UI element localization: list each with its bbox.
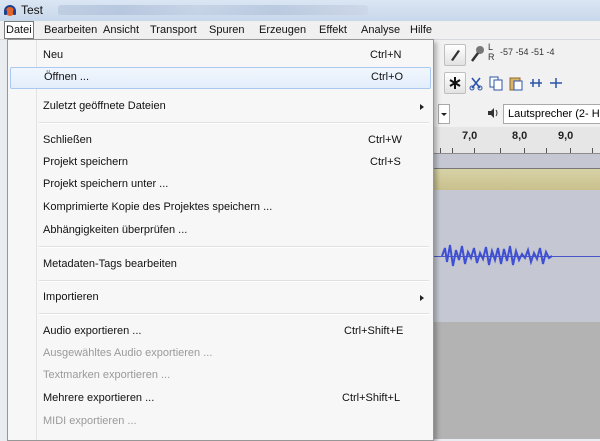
menu-bar: Datei Bearbeiten Ansicht Transport Spure… bbox=[0, 21, 600, 40]
empty-track-area bbox=[432, 322, 600, 439]
menu-item-label: Textmarken exportieren ... bbox=[43, 369, 171, 381]
copy-icon[interactable] bbox=[488, 75, 504, 91]
menu-item-shortcut: Ctrl+O bbox=[371, 71, 404, 83]
menu-item-save-project-as[interactable]: Projekt speichern unter ... bbox=[8, 174, 433, 196]
menu-separator bbox=[39, 122, 429, 124]
menu-item-label: Metadaten-Tags bearbeiten bbox=[43, 258, 177, 270]
menu-item-label: Neu bbox=[43, 49, 64, 61]
menu-item-label: MIDI exportieren ... bbox=[43, 415, 137, 427]
submenu-arrow-icon bbox=[420, 104, 424, 110]
menu-item-new[interactable]: Neu Ctrl+N bbox=[8, 45, 433, 67]
menu-item-shortcut: Ctrl+N bbox=[370, 49, 402, 61]
menu-erzeugen[interactable]: Erzeugen bbox=[258, 22, 307, 38]
menu-item-export-labels: Textmarken exportieren ... bbox=[8, 365, 433, 387]
speaker-icon bbox=[488, 108, 498, 118]
menu-item-save-compressed-copy[interactable]: Komprimierte Kopie des Projektes speiche… bbox=[8, 197, 433, 219]
menu-bearbeiten[interactable]: Bearbeiten bbox=[43, 22, 98, 38]
menu-item-import[interactable]: Importieren bbox=[8, 287, 433, 309]
menu-analyse[interactable]: Analyse bbox=[360, 22, 401, 38]
menu-item-label: Abhängigkeiten überprüfen ... bbox=[43, 224, 188, 236]
menu-item-edit-metadata[interactable]: Metadaten-Tags bearbeiten bbox=[8, 254, 433, 276]
menu-item-label: Audio exportieren ... bbox=[43, 325, 142, 337]
ruler-tick-label: 7,0 bbox=[462, 130, 478, 142]
silence-icon[interactable] bbox=[548, 75, 564, 91]
menu-item-close[interactable]: Schließen Ctrl+W bbox=[8, 130, 433, 152]
timeline-ruler[interactable]: 7,0 8,0 9,0 bbox=[432, 127, 600, 154]
multi-tool-button[interactable] bbox=[444, 72, 466, 94]
menu-datei[interactable]: Datei bbox=[4, 21, 34, 39]
menu-item-label: Ausgewähltes Audio exportieren ... bbox=[43, 347, 213, 359]
menu-effekt[interactable]: Effekt bbox=[318, 22, 348, 38]
menu-separator bbox=[39, 280, 429, 282]
menu-hilfe[interactable]: Hilfe bbox=[409, 22, 433, 38]
ruler-tick-label: 8,0 bbox=[512, 130, 528, 142]
menu-item-label: Projekt speichern bbox=[43, 156, 128, 168]
chevron-down-icon bbox=[441, 113, 447, 116]
menu-item-check-dependencies[interactable]: Abhängigkeiten überprüfen ... bbox=[8, 220, 433, 242]
paste-icon[interactable] bbox=[508, 75, 524, 91]
meter-right-label: R bbox=[488, 52, 495, 62]
pencil-icon bbox=[451, 50, 460, 61]
track-header-strip bbox=[432, 153, 600, 192]
menu-ansicht[interactable]: Ansicht bbox=[102, 22, 140, 38]
menu-item-open[interactable]: Öffnen ... Ctrl+O bbox=[10, 67, 431, 89]
menu-item-export-audio[interactable]: Audio exportieren ... Ctrl+Shift+E bbox=[8, 321, 433, 343]
submenu-arrow-icon bbox=[420, 295, 424, 301]
menu-item-label: Mehrere exportieren ... bbox=[43, 392, 155, 404]
meter-left-label: L bbox=[488, 42, 494, 52]
menu-item-label: Zuletzt geöffnete Dateien bbox=[43, 100, 166, 112]
title-bar: Test bbox=[0, 0, 600, 21]
menu-item-shortcut: Ctrl+Shift+L bbox=[342, 392, 401, 404]
ruler-tick-label: 9,0 bbox=[558, 130, 574, 142]
cut-icon[interactable] bbox=[468, 75, 484, 91]
file-menu-dropdown: Neu Ctrl+N Öffnen ... Ctrl+O Zuletzt geö… bbox=[7, 39, 434, 441]
draw-tool-button[interactable] bbox=[444, 44, 466, 66]
menu-item-save-project[interactable]: Projekt speichern Ctrl+S bbox=[8, 152, 433, 174]
device-host-dropdown[interactable] bbox=[438, 104, 450, 124]
menu-transport[interactable]: Transport bbox=[149, 22, 198, 38]
menu-item-recent-files[interactable]: Zuletzt geöffnete Dateien bbox=[8, 96, 433, 118]
menu-item-export-midi: MIDI exportieren ... bbox=[8, 411, 433, 433]
menu-item-shortcut: Ctrl+W bbox=[368, 134, 402, 146]
blurred-title-region bbox=[58, 5, 368, 15]
waveform bbox=[441, 244, 553, 267]
menu-separator bbox=[39, 246, 429, 248]
menu-item-export-selected-audio: Ausgewähltes Audio exportieren ... bbox=[8, 343, 433, 365]
audacity-app-icon bbox=[4, 5, 16, 16]
menu-separator bbox=[39, 313, 429, 315]
menu-item-shortcut: Ctrl+S bbox=[370, 156, 401, 168]
menu-item-label: Öffnen ... bbox=[44, 71, 90, 83]
menu-item-label: Projekt speichern unter ... bbox=[43, 178, 169, 190]
output-device-select[interactable]: Lautsprecher (2- High bbox=[503, 104, 600, 124]
menu-item-label: Importieren bbox=[43, 291, 99, 303]
asterisk-icon bbox=[449, 77, 461, 89]
trim-icon[interactable] bbox=[528, 75, 544, 91]
menu-item-export-multiple[interactable]: Mehrere exportieren ... Ctrl+Shift+L bbox=[8, 388, 433, 410]
window-title: Test bbox=[21, 3, 44, 17]
audio-track[interactable] bbox=[432, 190, 600, 322]
meter-scale: -57 -54 -51 -4 bbox=[500, 47, 555, 57]
menu-item-shortcut: Ctrl+Shift+E bbox=[344, 325, 404, 337]
microphone-icon bbox=[471, 46, 484, 62]
edit-toolbar bbox=[468, 73, 600, 95]
track-header bbox=[432, 168, 600, 192]
menu-item-label: Schließen bbox=[43, 134, 92, 146]
menu-spuren[interactable]: Spuren bbox=[208, 22, 245, 38]
menu-item-label: Komprimierte Kopie des Projektes speiche… bbox=[43, 201, 273, 213]
